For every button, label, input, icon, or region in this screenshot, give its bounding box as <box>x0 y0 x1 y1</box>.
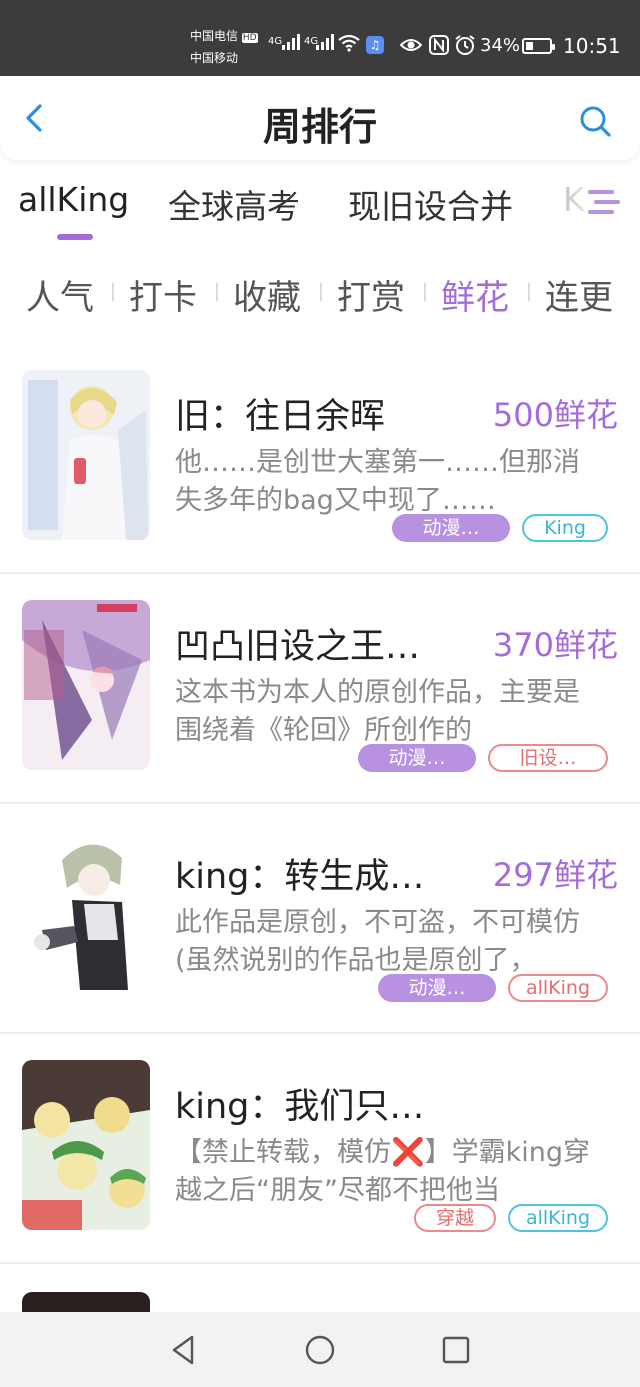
book-description: 这本书为本人的原创作品，主要是围绕着《轮回》所创作的 <box>175 677 580 746</box>
tab-global-exam[interactable]: 全球高考 <box>168 180 300 228</box>
active-tab-indicator <box>57 234 93 240</box>
battery-level-fill <box>526 42 533 50</box>
book-title: king：转生成… <box>175 857 425 897</box>
flower-count: 297鲜花 <box>492 856 618 894</box>
list-item[interactable]: 凹凸旧设之王… 370鲜花 这本书为本人的原创作品，主要是围绕着《轮回》所创作的… <box>0 574 640 804</box>
divider <box>216 283 218 301</box>
system-nav-bar <box>0 1312 640 1387</box>
book-cover-image[interactable] <box>22 830 150 1000</box>
tag-topic: allKing <box>508 1204 608 1232</box>
list-item[interactable]: king：转生成… 297鲜花 此作品是原创，不可盗，不可模仿(虽然说别的作品也… <box>0 804 640 1034</box>
book-cover-image[interactable] <box>22 600 150 770</box>
recents-square-icon[interactable] <box>438 1332 474 1368</box>
page-title: 周排行 <box>262 105 377 149</box>
carrier-1: 中国电信 <box>190 29 239 43</box>
divider <box>320 283 322 301</box>
list-item[interactable]: 旧：往日余晖 500鲜花 他……是创世大塞第一……但那消失多年的bag又中现了…… <box>0 344 640 574</box>
carrier-2: 中国移动 <box>190 51 239 65</box>
flower-count: 370鲜花 <box>492 626 618 664</box>
nfc-icon <box>429 35 449 55</box>
sort-favorites[interactable]: 收藏 <box>233 270 301 319</box>
book-description: 【禁止转载，模仿❌】学霸king穿越之后“朋友”尽都不把他当 <box>175 1137 591 1206</box>
list-item[interactable]: king：我们只… 【禁止转载，模仿❌】学霸king穿越之后“朋友”尽都不把他当… <box>0 1034 640 1264</box>
hd-badge: HD <box>241 33 258 43</box>
book-description: 他……是创世大塞第一……但那消失多年的bag又中现了…… <box>175 447 580 516</box>
sort-popularity[interactable]: 人气 <box>26 270 94 319</box>
clock: 10:51 <box>563 34 621 58</box>
divider <box>112 283 114 301</box>
battery-icon <box>522 38 555 54</box>
divider <box>424 283 426 301</box>
tag-genre: 动漫… <box>392 514 510 542</box>
network-type-1: 4G <box>268 36 283 47</box>
app-header: 周排行 <box>0 76 640 160</box>
tag-genre: 动漫… <box>378 974 496 1002</box>
sort-tips[interactable]: 打赏 <box>337 270 405 319</box>
tag-topic: allKing <box>508 974 608 1002</box>
search-icon[interactable] <box>578 104 612 138</box>
signal-icon <box>282 34 300 50</box>
home-circle-icon[interactable] <box>302 1332 338 1368</box>
status-bar: 中国电信 HD 中国移动 4G 4G ♫ 34% 10:51 <box>0 0 640 76</box>
tab-old-setting-merge[interactable]: 现旧设合并 <box>348 180 513 228</box>
book-title: 凹凸旧设之王… <box>175 627 421 667</box>
book-cover-image[interactable] <box>22 1060 150 1230</box>
battery-percent: 34% <box>480 35 521 56</box>
sort-checkin[interactable]: 打卡 <box>129 270 197 319</box>
book-description: 此作品是原创，不可盗，不可模仿(虽然说别的作品也是原创了， <box>175 907 580 976</box>
tag-topic: 旧设… <box>488 744 608 772</box>
divider <box>528 283 530 301</box>
tab-allking[interactable]: allKing <box>18 180 129 219</box>
tag-genre: 动漫… <box>358 744 476 772</box>
wifi-icon <box>338 34 360 52</box>
category-tabs: allKing 全球高考 现旧设合并 K <box>0 172 640 252</box>
eye-icon <box>400 39 422 51</box>
sort-updates[interactable]: 连更 <box>545 270 613 319</box>
menu-icon[interactable] <box>586 184 622 220</box>
sort-tabs: 人气 打卡 收藏 打赏 鲜花 连更 <box>0 268 640 318</box>
carrier-info: 中国电信 HD 中国移动 <box>190 26 258 68</box>
sort-flowers[interactable]: 鲜花 <box>441 270 509 319</box>
book-cover-image[interactable] <box>22 370 150 540</box>
alarm-icon <box>455 35 475 55</box>
tag-genre: 穿越 <box>414 1204 496 1232</box>
book-title: 旧：往日余晖 <box>175 397 386 437</box>
back-triangle-icon[interactable] <box>166 1332 202 1368</box>
music-app-icon: ♫ <box>366 36 384 54</box>
signal-icon-2 <box>316 34 334 50</box>
book-cover-image-partial[interactable] <box>22 1292 150 1312</box>
flower-count: 500鲜花 <box>492 396 618 434</box>
tag-topic: King <box>522 514 608 542</box>
book-title: king：我们只… <box>175 1087 425 1127</box>
